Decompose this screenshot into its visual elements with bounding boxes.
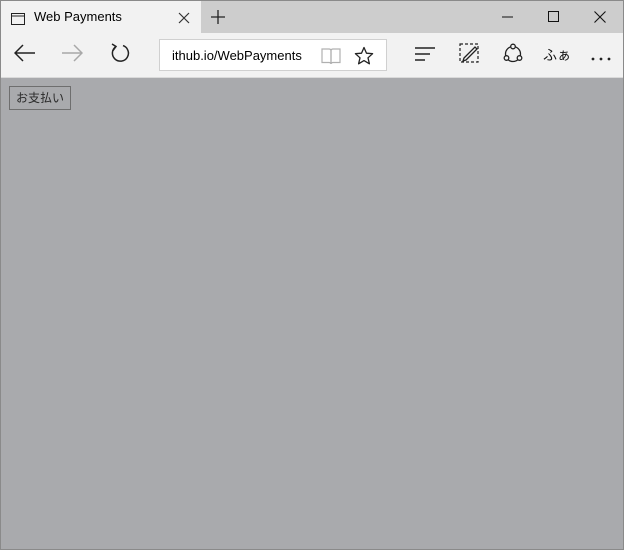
hub-button[interactable] (405, 33, 445, 77)
more-icon (591, 46, 611, 65)
minimize-button[interactable] (485, 1, 531, 33)
extension-label: ふぁ (543, 48, 571, 64)
forward-button[interactable] (52, 33, 92, 77)
refresh-icon (109, 42, 131, 68)
share-icon (502, 42, 524, 68)
pay-button[interactable]: お支払い (9, 86, 72, 110)
tab-title: Web Payments (34, 9, 122, 24)
favorite-star-icon[interactable] (354, 46, 374, 66)
close-window-button[interactable] (577, 1, 623, 33)
back-icon (13, 44, 36, 66)
navigation-toolbar: ithub.io/WebPayments ふぁ (1, 33, 623, 78)
address-text[interactable]: ithub.io/WebPayments (172, 48, 302, 63)
web-note-icon (458, 42, 480, 68)
refresh-button[interactable] (100, 33, 140, 77)
reading-view-icon[interactable] (321, 46, 341, 66)
tab-web-payments[interactable]: Web Payments (1, 1, 201, 33)
new-tab-icon[interactable] (210, 9, 226, 25)
page-icon (11, 10, 25, 25)
close-icon (594, 8, 606, 27)
address-bar[interactable]: ithub.io/WebPayments (159, 39, 387, 71)
maximize-button[interactable] (531, 1, 577, 33)
extension-button[interactable]: ふぁ (537, 33, 577, 77)
close-tab-icon[interactable] (177, 10, 191, 24)
browser-window: Web Payments ithub.io/WebPayments ふぁ お支払… (0, 0, 624, 550)
web-note-button[interactable] (449, 33, 489, 77)
page-content: お支払い (1, 78, 623, 549)
back-button[interactable] (5, 33, 45, 77)
maximize-icon (548, 8, 560, 27)
more-button[interactable] (581, 33, 621, 77)
title-bar: Web Payments (1, 1, 623, 33)
share-button[interactable] (493, 33, 533, 77)
forward-icon (61, 44, 84, 66)
minimize-icon (502, 8, 514, 27)
hub-icon (414, 46, 436, 65)
